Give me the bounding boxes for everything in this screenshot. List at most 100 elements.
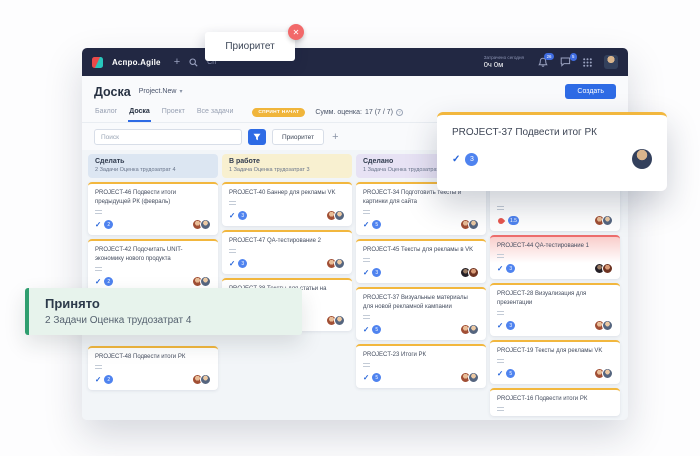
column-header[interactable]: Сделать2 Задачи Оценка трудозатрат 4 (88, 154, 218, 178)
tab-Все задачи[interactable]: Все задачи (196, 105, 235, 122)
estimate-badge: 5 (506, 369, 515, 378)
avatar[interactable] (468, 372, 479, 383)
task-footer: ✓5 (363, 219, 479, 230)
task-card[interactable]: PROJECT-40 Баннер для рекламы VK✓3 (222, 182, 352, 226)
description-icon (363, 363, 370, 367)
tab-Баклог[interactable]: Баклог (94, 105, 118, 122)
task-title: PROJECT-47 QA-тестирование 2 (229, 237, 345, 246)
estimate-badge: 2 (104, 277, 113, 286)
notifications-bell-icon[interactable]: 26 (538, 57, 548, 68)
add-icon[interactable]: + (174, 57, 180, 68)
checkmark-icon: ✓ (497, 322, 503, 330)
task-title: PROJECT-48 Подвести итоги РК (95, 353, 211, 362)
description-icon (497, 407, 504, 411)
task-card[interactable]: PROJECT-44 QA-тестирование 1✓3 (490, 235, 620, 279)
sprint-summary: Сумм. оценка: 17 (7 / 7) ? (315, 109, 403, 116)
checkmark-icon: ✓ (95, 221, 101, 229)
task-title: PROJECT-34 Подготовить тексты и картинки… (363, 189, 479, 207)
app-name: Аспро.Agile (112, 58, 161, 67)
task-title (497, 189, 613, 203)
task-popup-card[interactable]: PROJECT-37 Подвести итог РК ✓ 3 (437, 112, 667, 191)
column-header[interactable]: В работе1 Задача Оценка трудозатрат 3 (222, 154, 352, 178)
avatar[interactable] (468, 267, 479, 278)
description-icon (363, 315, 370, 319)
apps-grid-icon[interactable] (583, 58, 592, 67)
avatar[interactable] (200, 374, 211, 385)
checkmark-icon: ✓ (363, 221, 369, 229)
task-card[interactable]: PROJECT-46 Подвести итоги предыдущей РК … (88, 182, 218, 235)
avatar[interactable] (200, 276, 211, 287)
chat-badge: 5 (570, 53, 577, 61)
task-card[interactable]: PROJECT-19 Тексты для рекламы VK✓5 (490, 340, 620, 384)
priority-tooltip-text: Приоритет (225, 41, 274, 52)
avatar (632, 149, 652, 169)
task-title: PROJECT-45 Тексты для рекламы в VK (363, 246, 479, 255)
task-card[interactable]: PROJECT-28 Визуализация для презентации✓… (490, 283, 620, 336)
task-footer: ✓3 (229, 210, 345, 221)
assignee-avatars (326, 258, 345, 269)
chat-icon[interactable]: 5 (560, 57, 571, 67)
search-input[interactable] (94, 129, 242, 145)
board: Сделать2 Задачи Оценка трудозатрат 4PROJ… (88, 154, 622, 420)
checkmark-icon: ✓ (95, 278, 101, 286)
avatar[interactable] (602, 215, 613, 226)
estimate-badge: 2 (104, 375, 113, 384)
avatar[interactable] (334, 315, 345, 326)
assignee-avatars (594, 368, 613, 379)
priority-filter-chip[interactable]: Приоритет (272, 129, 324, 145)
accepted-title: Принято (45, 296, 286, 311)
estimate-badge: 5 (372, 373, 381, 382)
description-icon (229, 249, 236, 253)
tab-Проект[interactable]: Проект (161, 105, 186, 122)
task-title: PROJECT-23 Итоги РК (363, 351, 479, 360)
avatar[interactable] (602, 368, 613, 379)
checkmark-icon: ✓ (497, 370, 503, 378)
search-icon[interactable] (189, 58, 198, 67)
column-title: Сделать (95, 158, 211, 165)
estimate-badge: 3 (238, 259, 247, 268)
description-icon (95, 267, 102, 271)
avatar[interactable] (200, 219, 211, 230)
time-tracker[interactable]: Затрачено сегодня 0ч 0м (484, 55, 524, 70)
assignee-avatars (594, 320, 613, 331)
estimate-badge: 5 (372, 220, 381, 229)
estimate-badge: 3 (465, 153, 478, 166)
avatar[interactable] (468, 219, 479, 230)
task-card[interactable]: PROJECT-48 Подвести итоги РК✓2 (88, 346, 218, 390)
task-card[interactable]: PROJECT-42 Подсчитать UNIT-экономику нов… (88, 239, 218, 292)
funnel-icon (253, 133, 261, 141)
checkmark-icon: ✓ (229, 260, 235, 268)
info-icon[interactable]: ? (396, 109, 403, 116)
description-icon (363, 210, 370, 214)
avatar[interactable] (602, 263, 613, 274)
board-select[interactable]: Project.New ▾ (139, 88, 183, 95)
user-avatar[interactable] (604, 55, 618, 69)
task-card[interactable]: PROJECT-23 Итоги РК ✓5 (356, 344, 486, 388)
task-card[interactable]: PROJECT-16 Подвести итоги РК (490, 388, 620, 416)
checkmark-icon: ✓ (363, 326, 369, 334)
task-title: PROJECT-37 Визуальные материалы для ново… (363, 294, 479, 312)
add-filter-icon[interactable]: + (332, 132, 338, 143)
tabs: Баклог Доска Проект Все задачи (94, 105, 234, 122)
estimate-badge: 5 (372, 325, 381, 334)
tab-Доска[interactable]: Доска (128, 105, 151, 122)
close-icon[interactable]: ✕ (288, 24, 304, 40)
task-title: PROJECT-44 QA-тестирование 1 (497, 242, 613, 251)
create-button[interactable]: Создать (565, 84, 616, 99)
checkmark-icon: ✓ (363, 374, 369, 382)
accepted-column-callout: Принято 2 Задачи Оценка трудозатрат 4 (25, 288, 302, 335)
avatar[interactable] (334, 210, 345, 221)
task-card[interactable]: PROJECT-45 Тексты для рекламы в VK✓3 (356, 239, 486, 283)
task-card[interactable]: PROJECT-47 QA-тестирование 2 ✓3 (222, 230, 352, 274)
description-icon (363, 258, 370, 262)
avatar[interactable] (468, 324, 479, 335)
avatar[interactable] (334, 258, 345, 269)
assignee-avatars (460, 324, 479, 335)
assignee-avatars (326, 315, 345, 326)
task-card[interactable]: PROJECT-37 Визуальные материалы для ново… (356, 287, 486, 340)
filter-button[interactable] (248, 129, 266, 145)
task-footer: ✓3 (229, 258, 345, 269)
task-footer: ✓2 (95, 276, 211, 287)
board-column: Принято2 Задачи Оценка трудозатрат 41.5P… (490, 154, 620, 420)
avatar[interactable] (602, 320, 613, 331)
